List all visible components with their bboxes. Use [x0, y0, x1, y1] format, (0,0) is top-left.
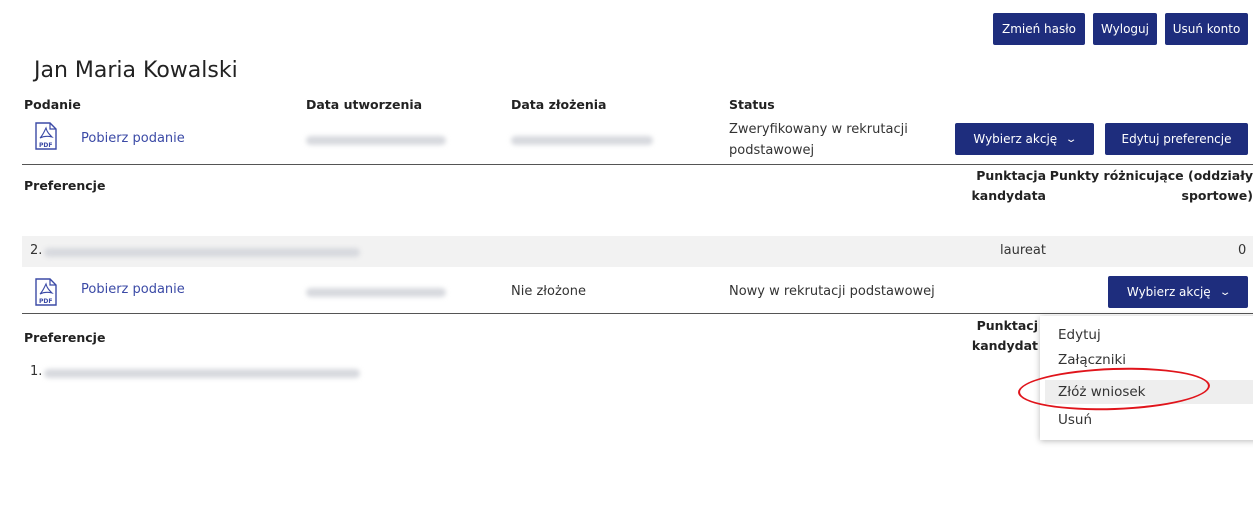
score-header-line-1: Punktacj — [976, 318, 1038, 333]
preference-school-name — [44, 369, 360, 378]
svg-text:PDF: PDF — [39, 142, 52, 149]
column-header-status: Status — [729, 97, 775, 112]
page-title: Jan Maria Kowalski — [34, 58, 238, 83]
column-header-submitted: Data złożenia — [511, 97, 607, 112]
pdf-icon[interactable]: PDF — [34, 122, 58, 150]
preferences-header: Preferencje — [24, 330, 106, 345]
column-header-application: Podanie — [24, 97, 81, 112]
preference-score: laureat — [1000, 243, 1046, 258]
score-header-line-2: kandydata — [971, 188, 1046, 203]
score-header-line-1: Punktacja — [976, 168, 1046, 183]
status-text-line-1: Zweryfikowany w rekrutacji — [729, 122, 908, 137]
choose-action-label: Wybierz akcję — [973, 132, 1058, 146]
preference-number: 2. — [30, 243, 43, 258]
preference-school-name — [44, 248, 360, 257]
preference-number: 1. — [30, 364, 43, 379]
section-divider — [22, 313, 1253, 314]
created-date-value — [306, 288, 446, 297]
menu-item-submit-application[interactable]: Złóż wniosek — [1045, 380, 1253, 404]
menu-item-edit[interactable]: Edytuj — [1045, 323, 1253, 347]
change-password-button[interactable]: Zmień hasło — [993, 13, 1085, 45]
svg-text:PDF: PDF — [39, 298, 52, 305]
status-text-line-2: podstawowej — [729, 143, 815, 158]
delete-account-button[interactable]: Usuń konto — [1165, 13, 1248, 45]
submitted-value: Nie złożone — [511, 284, 586, 299]
choose-action-label: Wybierz akcję — [1126, 285, 1211, 299]
choose-action-button[interactable]: Wybierz akcję ⌄ — [955, 123, 1094, 155]
pdf-icon[interactable]: PDF — [34, 278, 58, 306]
created-date-value — [306, 136, 446, 145]
score-header-line-2: kandydat — [971, 338, 1038, 353]
chevron-down-icon: ⌄ — [1065, 133, 1078, 145]
download-application-link[interactable]: Pobierz podanie — [81, 131, 185, 146]
column-header-created: Data utworzenia — [306, 97, 423, 112]
download-application-link[interactable]: Pobierz podanie — [81, 282, 185, 297]
logout-button[interactable]: Wyloguj — [1093, 13, 1157, 45]
menu-item-attachments[interactable]: Załączniki — [1045, 348, 1253, 372]
edit-preferences-button[interactable]: Edytuj preferencje — [1105, 123, 1248, 155]
points-header-line-1: Punkty różnicujące (oddziały — [1049, 168, 1253, 183]
submitted-date-value — [511, 136, 653, 145]
action-dropdown-menu: Edytuj Załączniki Złóż wniosek Usuń — [1040, 316, 1253, 440]
preferences-header: Preferencje — [24, 178, 106, 193]
choose-action-button[interactable]: Wybierz akcję ⌄ — [1108, 276, 1248, 308]
menu-item-delete[interactable]: Usuń — [1045, 408, 1253, 432]
section-divider — [22, 164, 1253, 165]
chevron-down-icon: ⌄ — [1218, 286, 1232, 298]
preference-points: 0 — [1238, 243, 1247, 258]
points-header-line-2: sportowe) — [1181, 188, 1253, 203]
status-text: Nowy w rekrutacji podstawowej — [729, 284, 935, 299]
